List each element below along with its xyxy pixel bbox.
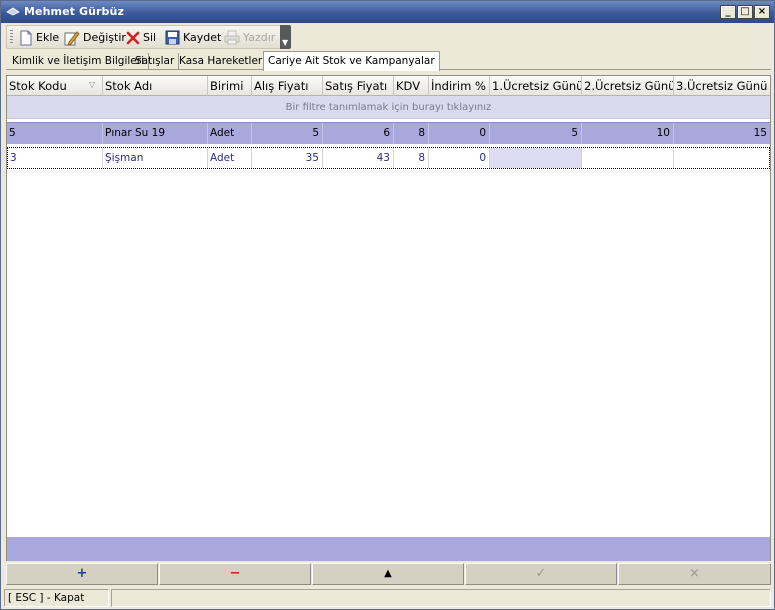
save-button[interactable]: Kaydet (165, 28, 221, 47)
cell-stock-name[interactable]: Şişman (103, 148, 208, 168)
tab-identity-contact[interactable]: Kimlik ve İletişim Bilgileri (8, 53, 149, 70)
cell-free-day-1[interactable]: 5 (490, 123, 582, 144)
cell-purchase-price[interactable]: 5 (252, 123, 323, 144)
print-button-label: Yazdır (243, 31, 276, 44)
triangle-up-icon: ▲ (384, 568, 392, 579)
cell-unit[interactable]: Adet (208, 148, 252, 168)
toolbar-overflow-button[interactable]: ▼ (280, 25, 291, 49)
column-header-free-day-2[interactable]: 2.Ücretsiz Günü (582, 76, 674, 96)
confirm-button[interactable]: ✓ (465, 563, 617, 585)
status-hint: [ ESC ] - Kapat (4, 589, 109, 607)
checkmark-icon: ✓ (535, 566, 547, 581)
move-up-button[interactable]: ▲ (312, 563, 464, 585)
cell-stock-code[interactable]: 3 (8, 148, 103, 168)
title-bar[interactable]: Mehmet Gürbüz _ □ × (1, 1, 774, 23)
app-icon (6, 7, 20, 16)
remove-record-button[interactable]: − (159, 563, 311, 585)
status-bar: [ ESC ] - Kapat (1, 587, 774, 609)
table-row[interactable]: 3 Şişman Adet 35 43 8 0 (7, 147, 770, 169)
column-header-stock-code[interactable]: Stok Kodu ▽ (7, 76, 103, 96)
column-header-discount[interactable]: İndirim % (429, 76, 490, 96)
cell-stock-code[interactable]: 5 (7, 123, 103, 144)
navigator-bar: + − ▲ ✓ × (6, 563, 771, 585)
minus-icon: − (229, 566, 241, 581)
grid-footer (7, 537, 770, 561)
cell-free-day-3[interactable]: 15 (674, 123, 770, 144)
status-panel (111, 589, 771, 607)
chevron-down-icon: ▼ (282, 38, 289, 47)
cell-unit[interactable]: Adet (208, 123, 252, 144)
edit-button[interactable]: Değiştir (64, 28, 126, 47)
cell-free-day-2[interactable] (582, 148, 674, 168)
edit-button-label: Değiştir (83, 31, 126, 44)
cell-free-day-1[interactable] (490, 148, 582, 168)
toolbar-grip[interactable] (10, 30, 13, 44)
edit-pencil-icon (64, 30, 80, 46)
cancel-edit-button[interactable]: × (618, 563, 771, 585)
maximize-button[interactable]: □ (737, 5, 753, 19)
grid-header: Stok Kodu ▽ Stok Adı Birimi Alış Fiyatı … (7, 76, 770, 96)
data-grid[interactable]: Stok Kodu ▽ Stok Adı Birimi Alış Fiyatı … (6, 75, 771, 561)
filter-row[interactable]: Bir filtre tanımlamak için burayı tıklay… (7, 96, 770, 119)
add-record-button[interactable]: + (6, 563, 158, 585)
minimize-button[interactable]: _ (720, 5, 736, 19)
delete-x-icon (126, 31, 140, 44)
column-header-vat[interactable]: KDV (394, 76, 429, 96)
window-title: Mehmet Gürbüz (24, 5, 124, 18)
save-button-label: Kaydet (183, 31, 222, 44)
plus-icon: + (76, 566, 88, 581)
cell-discount[interactable]: 0 (429, 148, 490, 168)
window: Mehmet Gürbüz _ □ × Ekle Değiştir Sil Ka… (0, 0, 775, 610)
toolbar: Ekle Değiştir Sil Kaydet Yazdır (6, 25, 291, 49)
cell-discount[interactable]: 0 (429, 123, 490, 144)
printer-icon (224, 30, 240, 45)
delete-button[interactable]: Sil (126, 28, 156, 47)
filter-icon[interactable]: ▽ (89, 80, 95, 89)
column-header-free-day-1[interactable]: 1.Ücretsiz Günü (490, 76, 582, 96)
table-row[interactable]: 5 Pınar Su 19 Adet 5 6 8 0 5 10 15 (7, 122, 770, 144)
cell-sale-price[interactable]: 6 (323, 123, 394, 144)
column-header-unit[interactable]: Birimi (208, 76, 252, 96)
floppy-disk-icon (165, 30, 180, 45)
delete-button-label: Sil (143, 31, 157, 44)
close-icon: × (689, 566, 700, 581)
tab-cash-movements[interactable]: Kasa Hareketleri (175, 53, 271, 70)
add-button-label: Ekle (36, 31, 60, 44)
cell-purchase-price[interactable]: 35 (252, 148, 323, 168)
tab-sales[interactable]: Satışlar (131, 53, 180, 70)
column-header-stock-name[interactable]: Stok Adı (103, 76, 208, 96)
cell-free-day-2[interactable]: 10 (582, 123, 674, 144)
new-document-icon (20, 30, 32, 45)
column-header-free-day-3[interactable]: 3.Ücretsiz Günü (674, 76, 770, 96)
cell-vat[interactable]: 8 (394, 148, 429, 168)
cell-sale-price[interactable]: 43 (323, 148, 394, 168)
cell-stock-name[interactable]: Pınar Su 19 (103, 123, 208, 144)
print-button[interactable]: Yazdır (224, 28, 275, 47)
column-header-sale-price[interactable]: Satış Fiyatı (323, 76, 394, 96)
add-button[interactable]: Ekle (19, 28, 59, 47)
close-button[interactable]: × (754, 5, 770, 19)
tab-stock-campaigns[interactable]: Cariye Ait Stok ve Kampanyalar (263, 51, 440, 71)
tab-strip: Kimlik ve İletişim Bilgileri Satışlar Ka… (6, 51, 771, 71)
cell-vat[interactable]: 8 (394, 123, 429, 144)
column-header-label: Stok Kodu (9, 79, 67, 93)
cell-free-day-3[interactable] (674, 148, 769, 168)
column-header-purchase-price[interactable]: Alış Fiyatı (252, 76, 323, 96)
